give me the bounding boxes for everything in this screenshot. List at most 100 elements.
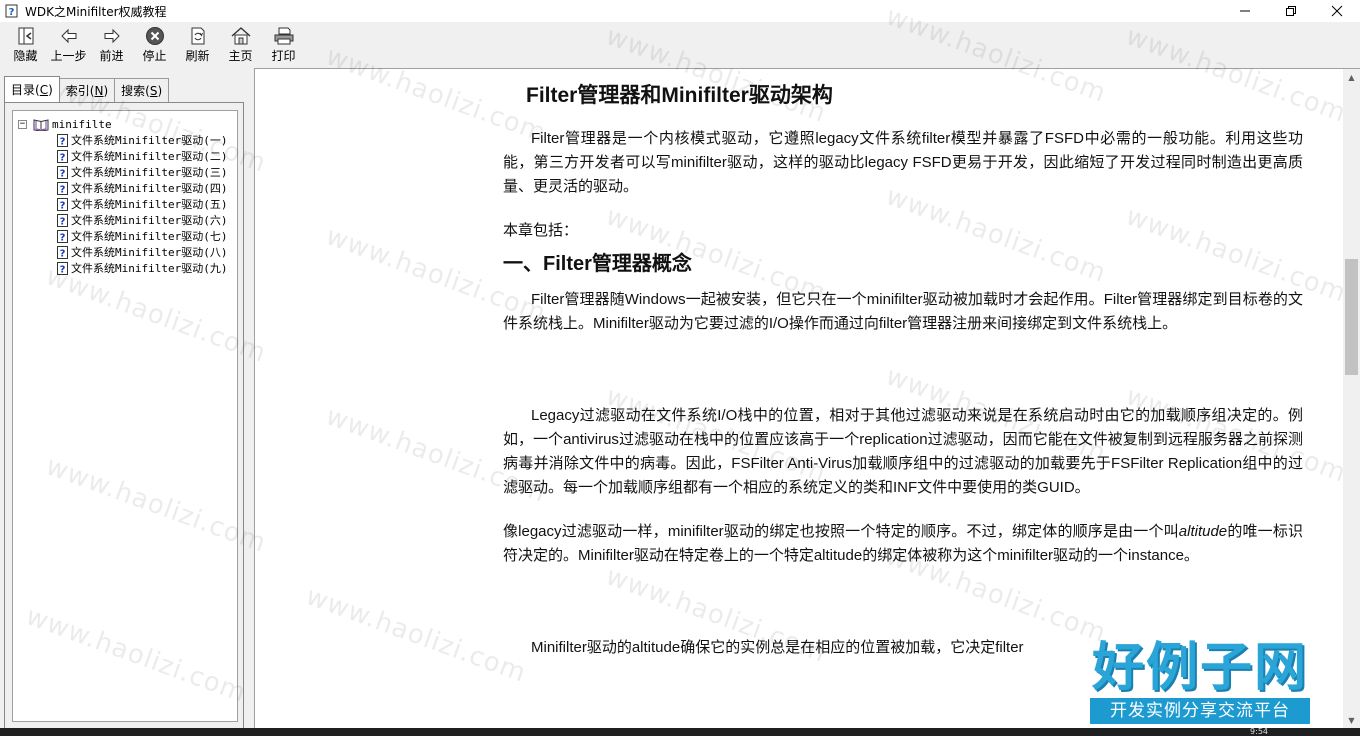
tree-root-label: minifilte xyxy=(52,117,112,131)
nav-tabs: 目录(C) 索引(N) 搜索(S) xyxy=(4,76,170,102)
svg-text:?: ? xyxy=(60,200,66,211)
home-button[interactable]: 主页 xyxy=(219,22,262,66)
paragraph: 本章包括： xyxy=(503,222,579,239)
stop-label: 停止 xyxy=(142,49,167,63)
svg-text:?: ? xyxy=(60,136,66,147)
svg-text:?: ? xyxy=(60,184,66,195)
stop-button[interactable]: 停止 xyxy=(133,22,176,66)
tab-contents-label: 目录 xyxy=(11,83,36,97)
tree-item-label: 文件系统Minifilter驱动(九) xyxy=(71,262,228,275)
article: Filter管理器和Minifilter驱动架构 Filter管理器是一个内核模… xyxy=(503,79,1303,680)
svg-text:?: ? xyxy=(60,152,66,163)
help-page-icon: ? xyxy=(57,197,68,211)
navigation-pane: 目录(C) 索引(N) 搜索(S) − minifilte ? 文件系统Mini… xyxy=(0,68,248,736)
print-label: 打印 xyxy=(271,49,296,63)
forward-button[interactable]: 前进 xyxy=(90,22,133,66)
toolbar: 隐藏 上一步 前进 停止 刷新 主页 打印 xyxy=(0,22,1360,66)
contents-tree[interactable]: − minifilte ? 文件系统Minifilter驱动(一) ? 文件系统… xyxy=(12,110,238,722)
svg-text:?: ? xyxy=(60,232,66,243)
tree-item[interactable]: ? 文件系统Minifilter驱动(一) xyxy=(13,132,237,148)
tab-search-label: 搜索 xyxy=(121,84,146,98)
home-label: 主页 xyxy=(228,49,253,63)
window-controls xyxy=(1222,0,1360,22)
tree-item-label: 文件系统Minifilter驱动(八) xyxy=(71,246,228,259)
forward-label: 前进 xyxy=(99,49,124,63)
tab-index-key: N xyxy=(94,83,104,98)
paragraph: Filter管理器随Windows一起被安装，但它只在一个minifilter驱… xyxy=(503,291,1303,332)
svg-text:?: ? xyxy=(9,7,15,18)
tree-item[interactable]: ? 文件系统Minifilter驱动(八) xyxy=(13,244,237,260)
emphasis: altitude xyxy=(1178,523,1228,540)
hide-icon xyxy=(18,27,33,45)
window-title: WDK之Minifilter权威教程 xyxy=(25,4,167,19)
tree-item[interactable]: ? 文件系统Minifilter驱动(六) xyxy=(13,212,237,228)
print-button[interactable]: 打印 xyxy=(262,22,305,66)
svg-text:?: ? xyxy=(60,216,66,227)
tree-item[interactable]: ? 文件系统Minifilter驱动(九) xyxy=(13,260,237,276)
help-page-icon: ? xyxy=(57,181,68,195)
minimize-button[interactable] xyxy=(1222,0,1268,22)
vertical-scrollbar[interactable]: ▲ ▼ xyxy=(1343,69,1360,728)
content-pane: Filter管理器和Minifilter驱动架构 Filter管理器是一个内核模… xyxy=(254,68,1360,728)
hide-label: 隐藏 xyxy=(13,49,38,63)
close-icon xyxy=(1331,5,1343,17)
back-label: 上一步 xyxy=(50,49,87,63)
help-page-icon: ? xyxy=(57,213,68,227)
help-file-icon: ? xyxy=(5,4,18,18)
minimize-icon xyxy=(1240,10,1250,12)
help-page-icon: ? xyxy=(57,261,68,275)
tree-item-label: 文件系统Minifilter驱动(二) xyxy=(71,150,228,163)
help-page-icon: ? xyxy=(57,165,68,179)
close-button[interactable] xyxy=(1314,0,1360,22)
paragraph: 像legacy过滤驱动一样，minifilter驱动的绑定也按照一个特定的顺序。… xyxy=(503,520,1303,568)
home-icon xyxy=(231,27,250,45)
tab-index-label: 索引 xyxy=(65,84,90,98)
tab-index[interactable]: 索引(N) xyxy=(58,78,116,102)
forward-arrow-icon xyxy=(104,28,120,44)
taskbar: 9:54 xyxy=(0,728,1360,736)
title-bar: ? WDK之Minifilter权威教程 xyxy=(0,0,1360,22)
scroll-down-icon[interactable]: ▼ xyxy=(1343,712,1360,728)
tree-item[interactable]: ? 文件系统Minifilter驱动(四) xyxy=(13,180,237,196)
collapse-icon[interactable]: − xyxy=(18,119,27,129)
brand-name: 好例子网 xyxy=(1092,637,1309,698)
restore-button[interactable] xyxy=(1268,0,1314,22)
tree-item-label: 文件系统Minifilter驱动(六) xyxy=(71,214,228,227)
tree-root[interactable]: − minifilte xyxy=(13,116,237,132)
tree-item[interactable]: ? 文件系统Minifilter驱动(二) xyxy=(13,148,237,164)
paragraph-part: 像legacy过滤驱动一样，minifilter驱动的绑定也按照一个特定的顺序。… xyxy=(503,523,1179,540)
help-page-icon: ? xyxy=(57,245,68,259)
svg-text:?: ? xyxy=(60,264,66,275)
tree-item[interactable]: ? 文件系统Minifilter驱动(三) xyxy=(13,164,237,180)
tab-contents[interactable]: 目录(C) xyxy=(4,76,60,102)
scroll-thumb[interactable] xyxy=(1345,259,1358,375)
paragraph: Filter管理器是一个内核模式驱动，它遵照legacy文件系统filter模型… xyxy=(503,130,1303,195)
tree-item-label: 文件系统Minifilter驱动(三) xyxy=(71,166,228,179)
section-heading: 一、Filter管理器概念 xyxy=(503,253,692,275)
open-book-icon xyxy=(33,118,49,131)
brand-slogan: 开发实例分享交流平台 xyxy=(1090,698,1310,724)
svg-text:?: ? xyxy=(60,248,66,259)
tab-search-key: S xyxy=(149,83,158,98)
back-button[interactable]: 上一步 xyxy=(47,22,90,66)
brand-logo: 好例子网 开发实例分享交流平台 xyxy=(1088,638,1314,728)
tree-item-label: 文件系统Minifilter驱动(四) xyxy=(71,182,228,195)
tab-contents-key: C xyxy=(39,82,49,97)
refresh-label: 刷新 xyxy=(185,49,210,63)
refresh-button[interactable]: 刷新 xyxy=(176,22,219,66)
scroll-up-icon[interactable]: ▲ xyxy=(1343,69,1360,86)
back-arrow-icon xyxy=(60,28,76,44)
article-title: Filter管理器和Minifilter驱动架构 xyxy=(526,84,833,107)
contents-panel: − minifilte ? 文件系统Minifilter驱动(一) ? 文件系统… xyxy=(4,102,244,732)
tab-search[interactable]: 搜索(S) xyxy=(114,78,170,102)
restore-icon xyxy=(1286,6,1296,16)
tree-item[interactable]: ? 文件系统Minifilter驱动(五) xyxy=(13,196,237,212)
print-icon xyxy=(274,27,293,45)
tree-item[interactable]: ? 文件系统Minifilter驱动(七) xyxy=(13,228,237,244)
help-page-icon: ? xyxy=(57,229,68,243)
tree-item-label: 文件系统Minifilter驱动(一) xyxy=(71,134,228,147)
refresh-icon xyxy=(191,27,204,45)
hide-button[interactable]: 隐藏 xyxy=(4,22,47,66)
